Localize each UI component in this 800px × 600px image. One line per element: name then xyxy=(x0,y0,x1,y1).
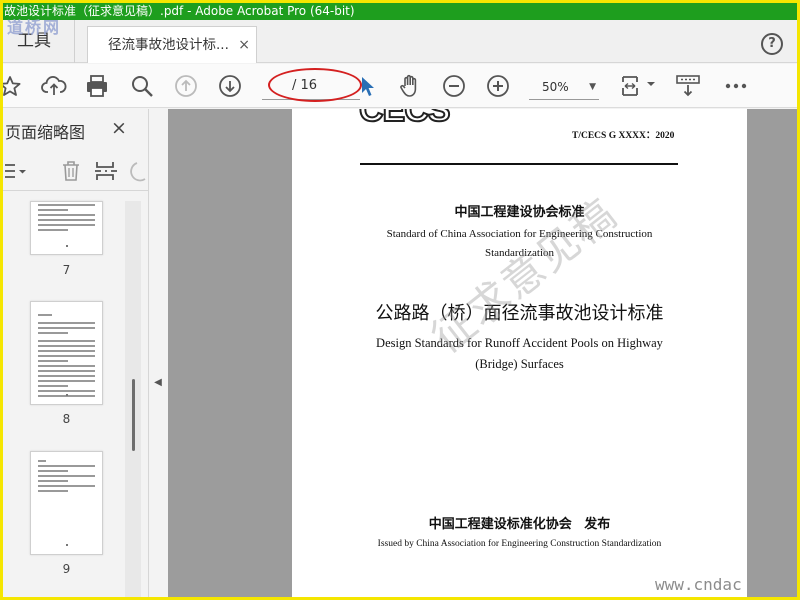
zoom-out-icon[interactable] xyxy=(441,74,467,98)
zoom-level-value: 50% xyxy=(542,80,569,94)
cecs-logo: CECS xyxy=(358,109,451,130)
thumbnail-label: 7 xyxy=(62,263,71,277)
bookmark-star-icon[interactable] xyxy=(3,74,23,98)
scroll-mode-icon[interactable] xyxy=(675,74,701,98)
site-watermark-url: www.cndac xyxy=(655,575,742,594)
thumbnail-label: 8 xyxy=(62,412,71,426)
close-tab-icon[interactable]: × xyxy=(238,27,250,63)
collapse-panel-icon[interactable]: ◀ xyxy=(149,363,167,403)
header-rule xyxy=(360,163,678,165)
options-menu-icon[interactable] xyxy=(3,159,29,183)
hand-tool-icon[interactable] xyxy=(397,74,423,98)
annotation-ellipse xyxy=(268,68,362,102)
extract-page-icon[interactable] xyxy=(93,159,119,183)
tab-document[interactable]: 径流事故池设计标... × xyxy=(87,26,257,63)
main-toolbar: / 16 50% ▼ xyxy=(3,64,797,108)
association-cn: 中国工程建设协会标准 xyxy=(454,205,585,220)
delete-page-icon[interactable] xyxy=(58,159,84,183)
site-watermark-logo: 道桥网 xyxy=(7,18,62,37)
tab-document-label: 径流事故池设计标... xyxy=(108,37,229,53)
help-icon[interactable]: ? xyxy=(761,33,783,55)
zoom-in-icon[interactable] xyxy=(485,74,511,98)
issuer-cn: 中国工程建设标准化协会 发布 xyxy=(428,517,611,532)
upload-cloud-icon[interactable] xyxy=(41,74,67,98)
prev-page-icon[interactable] xyxy=(173,74,199,98)
page-thumbnail[interactable] xyxy=(30,451,103,555)
window-title-bar: 故池设计标准（征求意见稿）.pdf - Adobe Acrobat Pro (6… xyxy=(3,3,797,20)
thumbnail-label: 9 xyxy=(62,562,71,576)
document-canvas[interactable]: CECS T/CECS G XXXX：2020 中国工程建设协会标准 Stand… xyxy=(168,109,797,597)
fit-page-icon[interactable] xyxy=(619,74,659,98)
application-window: 故池设计标准（征求意见稿）.pdf - Adobe Acrobat Pro (6… xyxy=(0,0,800,600)
next-page-icon[interactable] xyxy=(217,74,243,98)
page-thumbnails-panel: 页面缩略图 × 7 8 9 xyxy=(3,109,149,597)
close-panel-icon[interactable]: × xyxy=(111,117,127,139)
chevron-down-icon: ▼ xyxy=(589,82,596,92)
thumbnail-scrollbar[interactable] xyxy=(125,201,141,597)
tab-bar: 工具 径流事故池设计标... × ? xyxy=(3,20,797,63)
pdf-page: CECS T/CECS G XXXX：2020 中国工程建设协会标准 Stand… xyxy=(292,109,747,597)
scrollbar-thumb[interactable] xyxy=(132,379,135,451)
standard-code: T/CECS G XXXX：2020 xyxy=(572,131,675,141)
page-thumbnail[interactable] xyxy=(30,301,103,405)
document-title-en: Design Standards for Runoff Accident Poo… xyxy=(376,336,663,371)
rotate-page-icon[interactable] xyxy=(127,159,149,183)
print-icon[interactable] xyxy=(84,74,110,98)
select-cursor-icon[interactable] xyxy=(353,74,379,98)
panel-title: 页面缩略图 xyxy=(5,123,86,142)
panel-toolbar xyxy=(3,151,149,191)
page-thumbnail[interactable] xyxy=(30,201,103,255)
zoom-level-select[interactable]: 50% ▼ xyxy=(529,74,599,100)
issuer-en: Issued by China Association for Engineer… xyxy=(377,539,662,549)
zoom-search-icon[interactable] xyxy=(129,74,155,98)
more-tools-icon[interactable] xyxy=(723,74,749,98)
